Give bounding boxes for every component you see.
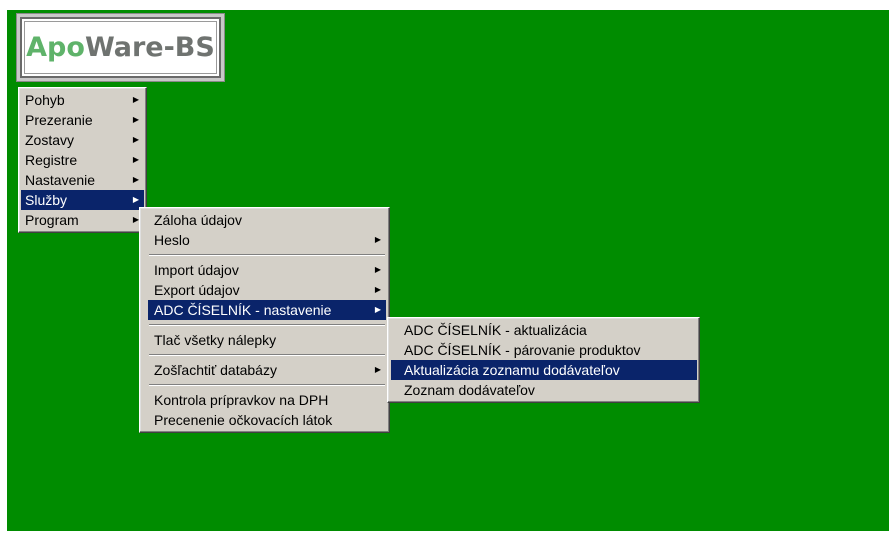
services-submenu: Záloha údajov Heslo ▶ Import údajov ▶ Ex… bbox=[139, 207, 390, 433]
main-menu: Pohyb ▶ Prezeranie ▶ Zostavy ▶ Registre … bbox=[18, 87, 147, 233]
menu-item-program[interactable]: Program ▶ bbox=[21, 210, 144, 230]
menu-item-kontrola-pripravkov[interactable]: Kontrola prípravkov na DPH bbox=[148, 390, 386, 410]
submenu-arrow-icon: ▶ bbox=[374, 365, 381, 374]
menu-item-adc-aktualizacia[interactable]: ADC ČÍSELNÍK - aktualizácia bbox=[391, 320, 697, 340]
submenu-arrow-icon: ▶ bbox=[132, 175, 139, 184]
adc-submenu: ADC ČÍSELNÍK - aktualizácia ADC ČÍSELNÍK… bbox=[387, 317, 700, 403]
submenu-arrow-icon: ▶ bbox=[374, 305, 381, 314]
menu-item-nastavenie[interactable]: Nastavenie ▶ bbox=[21, 170, 144, 190]
submenu-arrow-icon: ▶ bbox=[132, 115, 139, 124]
desktop-background: ApoWare-BS Pohyb ▶ Prezeranie ▶ Zostavy … bbox=[7, 10, 889, 531]
menu-separator bbox=[149, 384, 385, 386]
menu-item-tlac-vsetky-nalepky[interactable]: Tlač všetky nálepky bbox=[148, 330, 386, 350]
logo-text: ApoWare-BS bbox=[26, 32, 215, 63]
menu-separator bbox=[149, 254, 385, 256]
menu-item-adc-parovanie-produktov[interactable]: ADC ČÍSELNÍK - párovanie produktov bbox=[391, 340, 697, 360]
menu-separator bbox=[149, 324, 385, 326]
menu-item-zaloha-udajov[interactable]: Záloha údajov bbox=[148, 210, 386, 230]
menu-item-import-udajov[interactable]: Import údajov ▶ bbox=[148, 260, 386, 280]
submenu-arrow-icon: ▶ bbox=[132, 135, 139, 144]
menu-item-precenenie-ockovacich-latok[interactable]: Precenenie očkovacích látok bbox=[148, 410, 386, 430]
menu-separator bbox=[149, 354, 385, 356]
menu-item-adc-ciselnik-nastavenie[interactable]: ADC ČÍSELNÍK - nastavenie ▶ bbox=[148, 300, 386, 320]
menu-item-zoslachtit-databazy[interactable]: Zošľachtiť databázy ▶ bbox=[148, 360, 386, 380]
app-logo: ApoWare-BS bbox=[16, 13, 225, 82]
submenu-arrow-icon: ▶ bbox=[132, 155, 139, 164]
menu-item-registre[interactable]: Registre ▶ bbox=[21, 150, 144, 170]
submenu-arrow-icon: ▶ bbox=[374, 285, 381, 294]
menu-item-prezeranie[interactable]: Prezeranie ▶ bbox=[21, 110, 144, 130]
menu-item-aktualizacia-zoznamu-dodavatelov[interactable]: Aktualizácia zoznamu dodávateľov bbox=[391, 360, 697, 380]
menu-item-heslo[interactable]: Heslo ▶ bbox=[148, 230, 386, 250]
menu-item-pohyb[interactable]: Pohyb ▶ bbox=[21, 90, 144, 110]
menu-item-zoznam-dodavatelov[interactable]: Zoznam dodávateľov bbox=[391, 380, 697, 400]
menu-item-export-udajov[interactable]: Export údajov ▶ bbox=[148, 280, 386, 300]
submenu-arrow-icon: ▶ bbox=[132, 95, 139, 104]
submenu-arrow-icon: ▶ bbox=[374, 235, 381, 244]
submenu-arrow-icon: ▶ bbox=[374, 265, 381, 274]
menu-item-zostavy[interactable]: Zostavy ▶ bbox=[21, 130, 144, 150]
menu-item-sluzby[interactable]: Služby ▶ bbox=[21, 190, 144, 210]
